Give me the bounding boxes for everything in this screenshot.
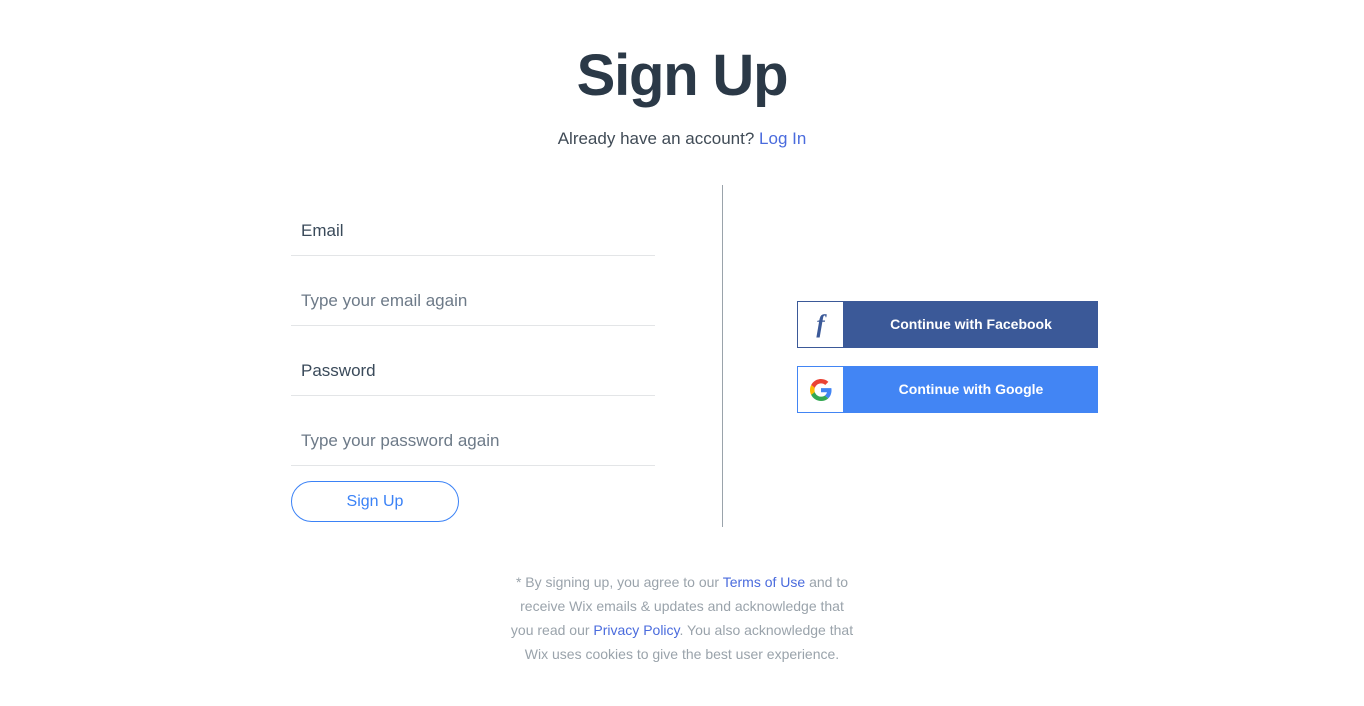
terms-of-use-link[interactable]: Terms of Use bbox=[723, 574, 805, 590]
login-prompt: Already have an account? Log In bbox=[0, 127, 1364, 151]
facebook-icon: f bbox=[798, 302, 843, 347]
login-prompt-text: Already have an account? bbox=[557, 129, 755, 148]
social-login-group: f Continue with Facebook Continue with G… bbox=[797, 301, 1098, 413]
email-input[interactable] bbox=[301, 220, 641, 242]
google-icon-svg bbox=[809, 378, 832, 401]
log-in-link[interactable]: Log In bbox=[759, 129, 806, 148]
password-confirm-input[interactable] bbox=[301, 430, 641, 452]
legal-text-1a: * By signing up, you agree to our bbox=[515, 574, 723, 590]
legal-footer: * By signing up, you agree to our Terms … bbox=[0, 570, 1364, 666]
field-password-confirm[interactable] bbox=[291, 396, 655, 466]
legal-text-1b: and to bbox=[805, 574, 849, 590]
legal-line-1: * By signing up, you agree to our Terms … bbox=[0, 570, 1364, 594]
email-confirm-input[interactable] bbox=[301, 290, 641, 312]
legal-text-3b: . You also acknowledge that bbox=[679, 622, 854, 638]
password-input[interactable] bbox=[301, 360, 641, 382]
legal-text-3a: you read our bbox=[510, 622, 594, 638]
field-email-confirm[interactable] bbox=[291, 256, 655, 326]
signup-form: Sign Up bbox=[291, 186, 655, 522]
continue-with-facebook-button[interactable]: f Continue with Facebook bbox=[797, 301, 1098, 348]
facebook-icon-glyph: f bbox=[816, 311, 825, 338]
google-button-label: Continue with Google bbox=[898, 381, 1044, 397]
signup-page: Sign Up Already have an account? Log In … bbox=[0, 0, 1364, 706]
legal-line-2: receive Wix emails & updates and acknowl… bbox=[520, 598, 844, 614]
field-email[interactable] bbox=[291, 186, 655, 256]
legal-line-4: Wix uses cookies to give the best user e… bbox=[524, 646, 840, 662]
facebook-button-label: Continue with Facebook bbox=[890, 316, 1052, 332]
privacy-policy-link[interactable]: Privacy Policy bbox=[593, 622, 679, 638]
column-divider bbox=[722, 185, 723, 527]
sign-up-button[interactable]: Sign Up bbox=[291, 481, 459, 522]
legal-line-3: you read our Privacy Policy. You also ac… bbox=[0, 618, 1364, 642]
page-title: Sign Up bbox=[576, 43, 789, 108]
field-password[interactable] bbox=[291, 326, 655, 396]
continue-with-google-button[interactable]: Continue with Google bbox=[797, 366, 1098, 413]
google-icon bbox=[798, 367, 843, 412]
